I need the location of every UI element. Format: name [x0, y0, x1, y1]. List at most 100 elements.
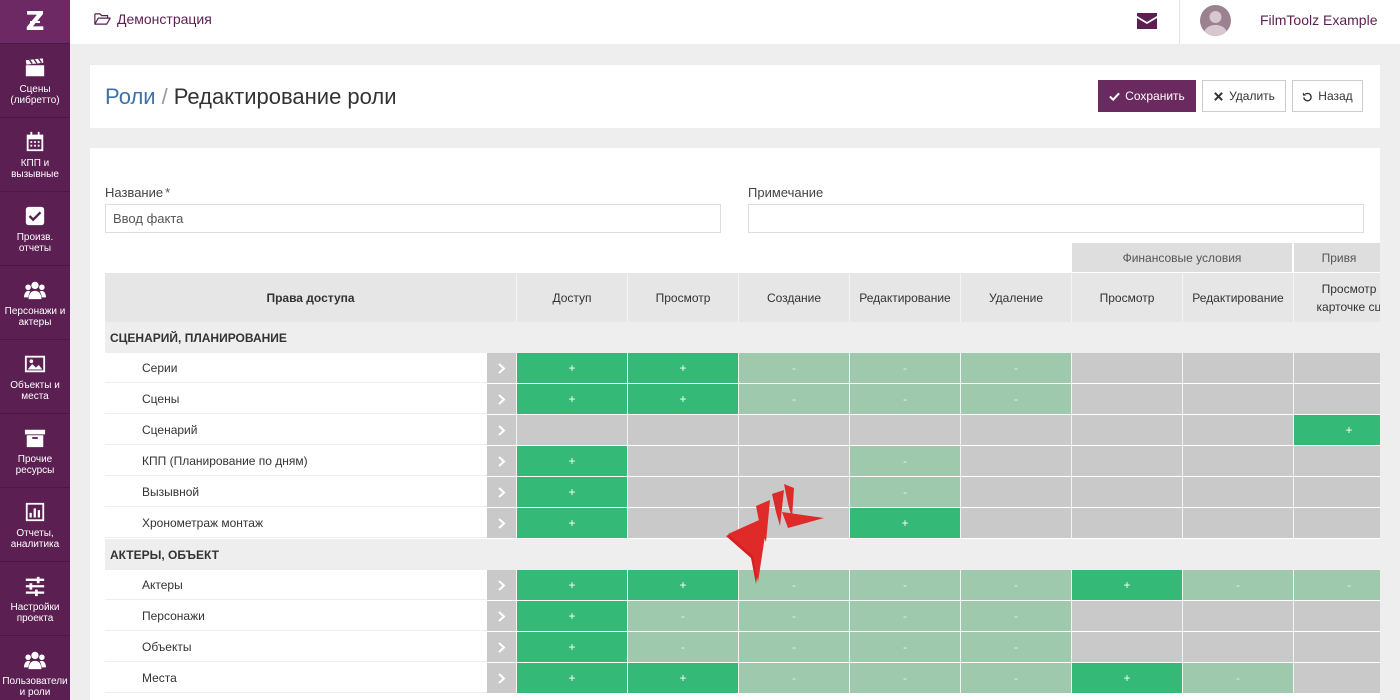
back-button[interactable]: Назад: [1292, 80, 1363, 112]
permission-cell[interactable]: +: [1071, 663, 1182, 693]
permission-cell[interactable]: -: [960, 353, 1071, 383]
permission-cell[interactable]: [627, 446, 738, 476]
permission-cell[interactable]: -: [627, 632, 738, 662]
permission-cell[interactable]: -: [627, 601, 738, 631]
permission-cell[interactable]: -: [849, 601, 960, 631]
permission-cell[interactable]: -: [738, 353, 849, 383]
expand-row-button[interactable]: [487, 415, 516, 445]
permission-cell[interactable]: [960, 446, 1071, 476]
permission-cell[interactable]: +: [516, 601, 627, 631]
sidebar-item-settings[interactable]: Настройки проекта: [0, 562, 70, 636]
permission-cell[interactable]: +: [627, 663, 738, 693]
breadcrumb[interactable]: Демонстрация: [94, 11, 212, 27]
permission-cell[interactable]: -: [960, 570, 1071, 600]
permission-cell[interactable]: [1071, 353, 1182, 383]
permission-cell[interactable]: -: [849, 446, 960, 476]
permission-cell[interactable]: [1293, 663, 1380, 693]
permission-cell[interactable]: [1182, 384, 1293, 414]
expand-row-button[interactable]: [487, 446, 516, 476]
permission-cell[interactable]: [1182, 508, 1293, 538]
permission-cell[interactable]: -: [849, 477, 960, 507]
permission-cell[interactable]: -: [960, 663, 1071, 693]
expand-row-button[interactable]: [487, 632, 516, 662]
permission-cell[interactable]: -: [738, 632, 849, 662]
roles-link[interactable]: Роли: [105, 84, 156, 109]
expand-row-button[interactable]: [487, 663, 516, 693]
expand-row-button[interactable]: [487, 353, 516, 383]
permission-cell[interactable]: [849, 415, 960, 445]
expand-row-button[interactable]: [487, 508, 516, 538]
permission-cell[interactable]: [1071, 384, 1182, 414]
permission-cell[interactable]: -: [849, 632, 960, 662]
breadcrumb-project[interactable]: Демонстрация: [117, 11, 212, 27]
permission-cell[interactable]: [960, 477, 1071, 507]
permission-cell[interactable]: -: [738, 601, 849, 631]
permission-cell[interactable]: +: [516, 384, 627, 414]
permission-cell[interactable]: -: [849, 663, 960, 693]
permission-cell[interactable]: -: [1182, 570, 1293, 600]
sidebar-item-users[interactable]: Пользователи и роли: [0, 636, 70, 700]
permission-cell[interactable]: -: [1293, 570, 1380, 600]
permission-cell[interactable]: -: [738, 384, 849, 414]
permission-cell[interactable]: -: [849, 570, 960, 600]
permission-cell[interactable]: [1293, 446, 1380, 476]
permission-cell[interactable]: +: [627, 353, 738, 383]
permission-cell[interactable]: [1182, 632, 1293, 662]
permission-cell[interactable]: [1182, 415, 1293, 445]
expand-row-button[interactable]: [487, 384, 516, 414]
permission-cell[interactable]: -: [960, 632, 1071, 662]
sidebar-item-resources[interactable]: Прочие ресурсы: [0, 414, 70, 488]
permission-cell[interactable]: +: [1071, 570, 1182, 600]
permission-cell[interactable]: +: [516, 508, 627, 538]
permission-cell[interactable]: -: [738, 663, 849, 693]
permission-cell[interactable]: +: [516, 632, 627, 662]
sidebar-item-kpp[interactable]: КПП и вызывные: [0, 118, 70, 192]
permission-cell[interactable]: [1071, 446, 1182, 476]
permission-cell[interactable]: [627, 415, 738, 445]
permission-cell[interactable]: [516, 415, 627, 445]
expand-row-button[interactable]: [487, 601, 516, 631]
permission-cell[interactable]: [1293, 508, 1380, 538]
sidebar-item-reports[interactable]: Произв. отчеты: [0, 192, 70, 266]
note-field[interactable]: [748, 204, 1364, 233]
delete-button[interactable]: Удалить: [1202, 80, 1286, 112]
permission-cell[interactable]: [738, 446, 849, 476]
permission-cell[interactable]: -: [960, 601, 1071, 631]
sidebar-item-characters[interactable]: Персонажи и актеры: [0, 266, 70, 340]
permission-cell[interactable]: [960, 415, 1071, 445]
permission-cell[interactable]: +: [1293, 415, 1380, 445]
expand-row-button[interactable]: [487, 477, 516, 507]
permission-cell[interactable]: [1071, 601, 1182, 631]
permission-cell[interactable]: [1293, 632, 1380, 662]
permission-cell[interactable]: [1182, 353, 1293, 383]
permission-cell[interactable]: [1182, 446, 1293, 476]
sidebar-item-scenes[interactable]: Сцены (либретто): [0, 44, 70, 118]
expand-row-button[interactable]: [487, 570, 516, 600]
envelope-icon[interactable]: [1137, 13, 1157, 29]
permission-cell[interactable]: [1071, 415, 1182, 445]
permission-cell[interactable]: +: [516, 446, 627, 476]
permission-cell[interactable]: [1293, 384, 1380, 414]
permission-cell[interactable]: [1182, 477, 1293, 507]
permission-cell[interactable]: [1293, 477, 1380, 507]
sidebar-item-analytics[interactable]: Отчеты, аналитика: [0, 488, 70, 562]
name-field[interactable]: [105, 204, 721, 233]
sidebar-item-objects[interactable]: Объекты и места: [0, 340, 70, 414]
permission-cell[interactable]: [1182, 601, 1293, 631]
permission-cell[interactable]: +: [516, 477, 627, 507]
permission-cell[interactable]: [960, 508, 1071, 538]
permission-cell[interactable]: +: [627, 384, 738, 414]
permission-cell[interactable]: +: [849, 508, 960, 538]
permission-cell[interactable]: +: [516, 570, 627, 600]
app-logo[interactable]: Z: [0, 0, 70, 44]
permission-cell[interactable]: -: [849, 353, 960, 383]
permission-cell[interactable]: +: [516, 663, 627, 693]
permission-cell[interactable]: [1293, 601, 1380, 631]
permission-cell[interactable]: -: [1182, 663, 1293, 693]
permission-cell[interactable]: -: [849, 384, 960, 414]
permission-cell[interactable]: [1071, 477, 1182, 507]
permission-cell[interactable]: [1071, 632, 1182, 662]
permission-cell[interactable]: -: [960, 384, 1071, 414]
user-name[interactable]: FilmToolz Example: [1260, 12, 1377, 28]
permission-cell[interactable]: [1071, 508, 1182, 538]
